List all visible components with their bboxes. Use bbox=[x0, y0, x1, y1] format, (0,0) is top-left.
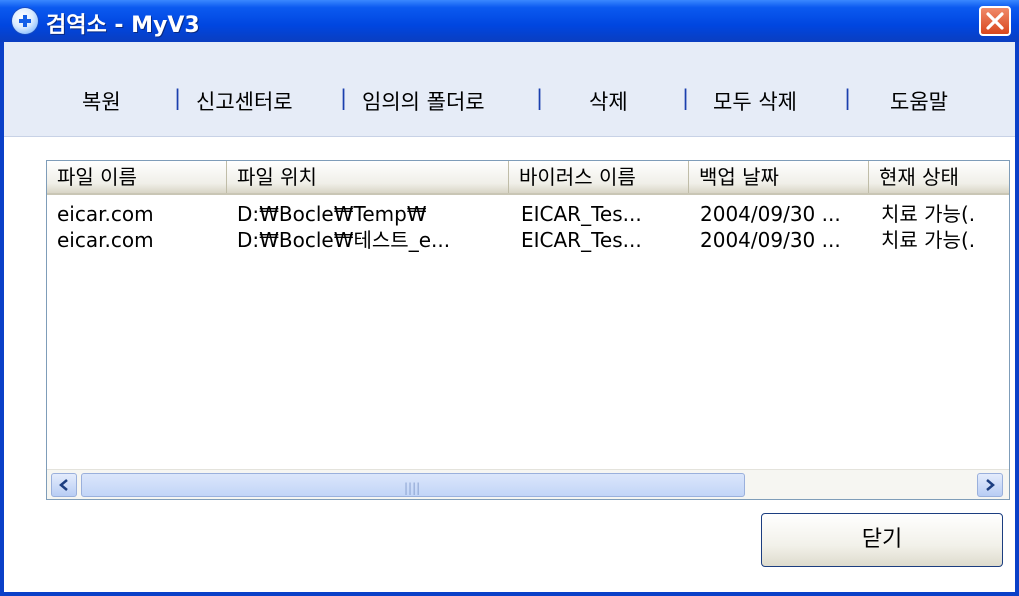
horizontal-scrollbar[interactable]: |||| bbox=[47, 469, 1009, 499]
report-center-button[interactable]: 신고센터로 bbox=[196, 86, 293, 116]
cell-virus-name: EICAR_Tes... bbox=[521, 228, 642, 252]
cell-file-name: eicar.com bbox=[57, 228, 154, 252]
toolbar-separator: | bbox=[536, 86, 544, 110]
delete-button[interactable]: 삭제 bbox=[589, 86, 628, 116]
title-bar[interactable]: 검역소 - MyV3 bbox=[0, 0, 1019, 42]
quarantine-list[interactable]: 파일 이름 파일 위치 바이러스 이름 백업 날짜 현재 상태 eicar.co… bbox=[46, 160, 1010, 500]
list-header: 파일 이름 파일 위치 바이러스 이름 백업 날짜 현재 상태 bbox=[47, 161, 1009, 195]
cell-backup-date: 2004/09/30 ... bbox=[700, 228, 841, 252]
cell-file-location: D:₩Bocle₩Temp₩ bbox=[237, 202, 427, 226]
cell-status: 치료 가능(. bbox=[881, 202, 976, 226]
column-header-virus-name[interactable]: 바이러스 이름 bbox=[509, 161, 689, 193]
close-button[interactable]: 닫기 bbox=[761, 513, 1003, 567]
column-header-backup-date[interactable]: 백업 날짜 bbox=[689, 161, 869, 193]
cell-file-name: eicar.com bbox=[57, 202, 154, 226]
window-title: 검역소 - MyV3 bbox=[46, 13, 200, 38]
chevron-right-icon[interactable] bbox=[977, 473, 1003, 497]
toolbar: 복원 | 신고센터로 | 임의의 폴더로 | 삭제 | 모두 삭제 | 도움말 bbox=[4, 42, 1015, 137]
table-row[interactable]: eicar.com D:₩Bocle₩Temp₩ EICAR_Tes... 20… bbox=[47, 201, 1009, 227]
toolbar-separator: | bbox=[340, 86, 348, 110]
delete-all-button[interactable]: 모두 삭제 bbox=[713, 86, 797, 116]
column-header-file-name[interactable]: 파일 이름 bbox=[47, 161, 227, 193]
toolbar-separator: | bbox=[174, 86, 182, 110]
table-row[interactable]: eicar.com D:₩Bocle₩테스트_e... EICAR_Tes...… bbox=[47, 227, 1009, 253]
quarantine-window: 검역소 - MyV3 복원 | 신고센터로 | 임의의 폴더로 | 삭제 | 모… bbox=[0, 0, 1019, 596]
close-x-icon[interactable] bbox=[979, 6, 1011, 36]
chevron-left-icon[interactable] bbox=[51, 473, 77, 497]
cell-virus-name: EICAR_Tes... bbox=[521, 202, 642, 226]
column-header-status[interactable]: 현재 상태 bbox=[869, 161, 1009, 193]
cell-file-location: D:₩Bocle₩테스트_e... bbox=[237, 228, 451, 252]
toolbar-separator: | bbox=[844, 86, 852, 110]
cell-backup-date: 2004/09/30 ... bbox=[700, 202, 841, 226]
grip-icon: |||| bbox=[404, 481, 421, 495]
shield-plus-icon bbox=[12, 8, 38, 34]
scrollbar-thumb[interactable]: |||| bbox=[81, 473, 745, 497]
column-header-file-location[interactable]: 파일 위치 bbox=[227, 161, 509, 193]
cell-status: 치료 가능(. bbox=[881, 228, 976, 252]
any-folder-button[interactable]: 임의의 폴더로 bbox=[362, 86, 485, 116]
help-button[interactable]: 도움말 bbox=[890, 86, 948, 116]
toolbar-separator: | bbox=[682, 86, 690, 110]
restore-button[interactable]: 복원 bbox=[82, 86, 121, 116]
